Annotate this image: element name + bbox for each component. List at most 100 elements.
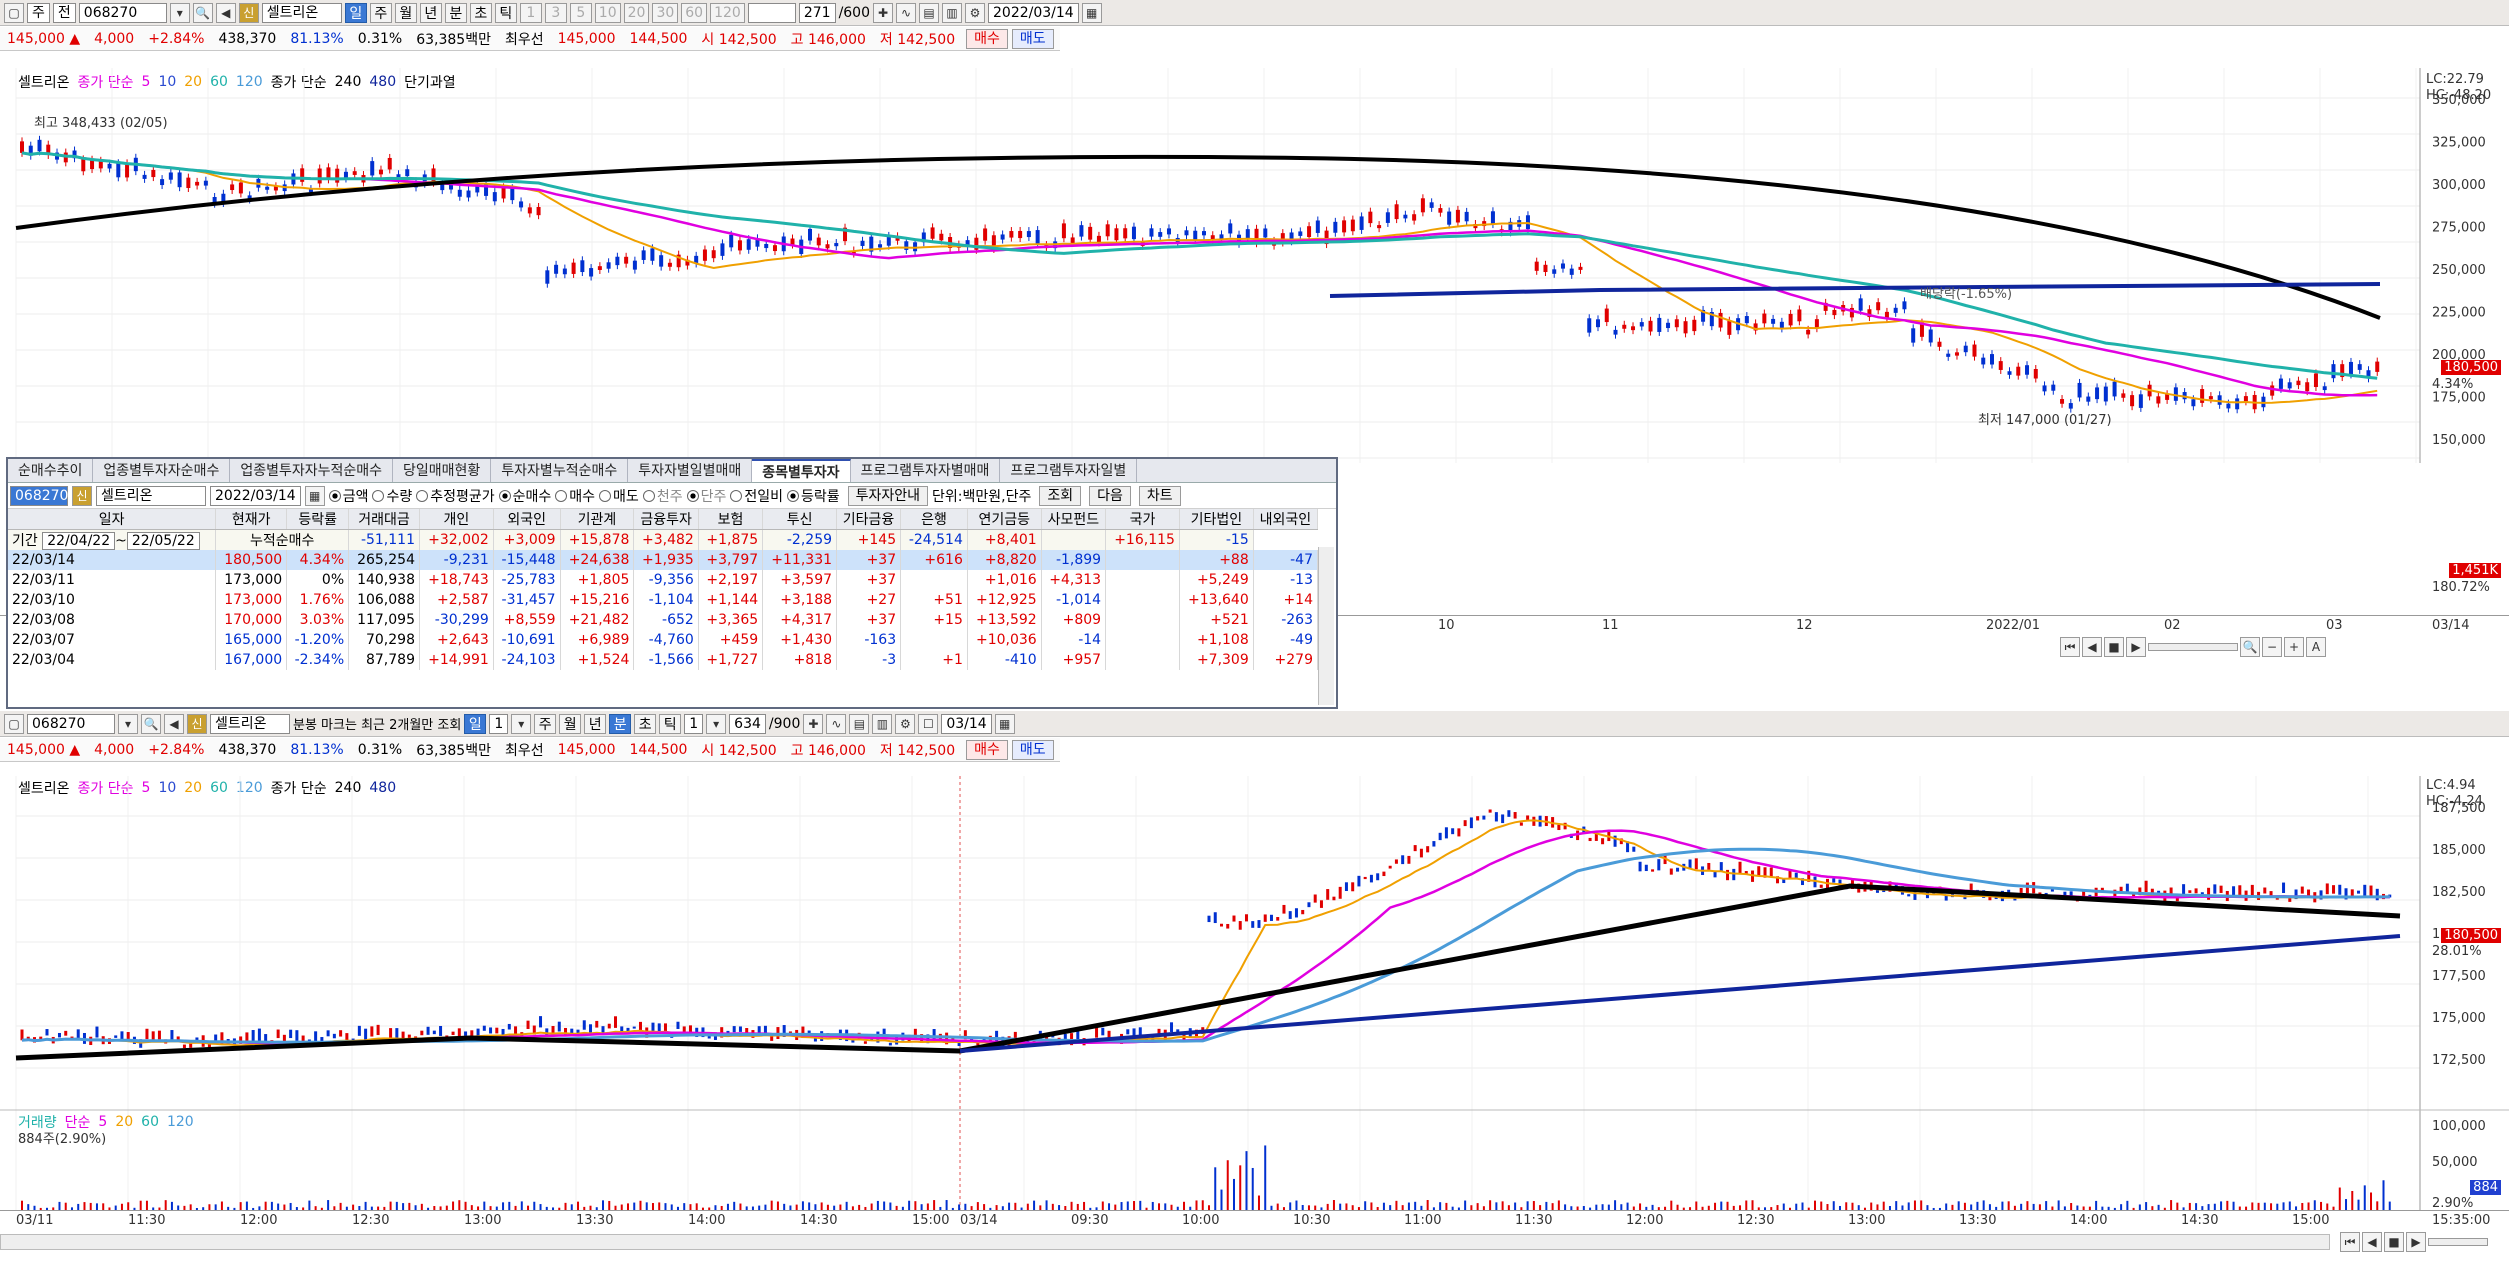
column-header[interactable]: 은행 [900, 509, 968, 530]
dropdown-icon[interactable]: ▾ [511, 713, 532, 734]
print-icon[interactable]: ▥ [942, 2, 963, 23]
prev-icon[interactable]: ◀ [2362, 1232, 2382, 1252]
num-button[interactable]: 30 [652, 2, 679, 23]
dropdown-icon[interactable]: ▾ [706, 713, 727, 734]
bottom-code-input[interactable]: 068270 [27, 713, 115, 734]
column-header[interactable]: 현재가 [215, 509, 288, 530]
window-icon[interactable]: ▢ [4, 713, 24, 734]
bottom-date-input[interactable]: 03/14 [941, 713, 992, 734]
table-row[interactable]: 22/03/07 165,000 -1.20% 70,298 +2,643 -10,691… [8, 630, 1319, 650]
period-day-button[interactable]: 일 [464, 713, 487, 734]
radio-buy[interactable]: 매수 [555, 486, 595, 506]
column-header[interactable]: 투신 [762, 509, 838, 530]
prev-icon[interactable]: ◀ [2082, 637, 2102, 657]
line-tool-icon[interactable]: ∿ [896, 2, 917, 23]
draw-tool-icon[interactable]: ✚ [803, 713, 824, 734]
stock-name[interactable]: 셀트리온 [261, 2, 342, 23]
period-week-button[interactable]: 주 [369, 2, 392, 23]
dropdown-icon[interactable]: ▾ [169, 2, 190, 23]
blank-select[interactable] [747, 2, 796, 23]
period-tick-button[interactable]: 틱 [494, 2, 517, 23]
tab-net-trend[interactable]: 순매수추이 [8, 459, 94, 482]
num-button[interactable]: 5 [569, 2, 592, 23]
column-header[interactable]: 기관계 [560, 509, 635, 530]
panel-code-input[interactable]: 068270 [10, 485, 68, 506]
count-input[interactable]: 271 [798, 2, 836, 23]
speaker-icon[interactable]: ◀ [215, 2, 236, 23]
dropdown-icon[interactable]: ▾ [118, 713, 138, 734]
table-row[interactable]: 22/03/14 180,500 4.34% 265,254 -9,231 -15,448… [8, 550, 1319, 570]
period-from[interactable]: 22/04/22 [42, 532, 116, 550]
mode2-select[interactable]: 전 [52, 2, 76, 23]
radio-rate[interactable]: 등락률 [786, 486, 840, 506]
speaker-icon[interactable]: ◀ [164, 713, 184, 734]
minute-select[interactable]: 1 [684, 713, 704, 734]
radio-net[interactable]: 순매수 [498, 486, 551, 506]
mode-select[interactable]: 주 [27, 2, 50, 23]
column-header[interactable]: 일자 [8, 509, 217, 530]
tab-program[interactable]: 프로그램투자자별매매 [851, 459, 1001, 482]
period-week-button[interactable]: 주 [534, 713, 557, 734]
radio-avg[interactable]: 추정평균가 [416, 486, 495, 506]
num-button[interactable]: 3 [544, 2, 567, 23]
column-header[interactable]: 개인 [419, 509, 494, 530]
query-button[interactable]: 조회 [1039, 485, 1082, 506]
period-day-button[interactable]: 일 [344, 2, 367, 23]
first-icon[interactable]: ⏮ [2060, 637, 2080, 657]
period-sec-button[interactable]: 초 [469, 2, 492, 23]
column-header[interactable]: 연기금등 [967, 509, 1042, 530]
tab-investor-daily[interactable]: 투자자별일별매매 [628, 459, 753, 482]
period-tick-button[interactable]: 틱 [659, 713, 682, 734]
radio-sell[interactable]: 매도 [599, 486, 639, 506]
tab-sector-net[interactable]: 업종별투자자순매수 [93, 459, 231, 482]
period-year-button[interactable]: 년 [584, 713, 607, 734]
stop-icon[interactable]: ■ [2384, 1232, 2404, 1252]
buy-button[interactable]: 매수 [966, 739, 1008, 760]
next-icon[interactable]: ▶ [2126, 637, 2146, 657]
num-button[interactable]: 10 [594, 2, 621, 23]
scroll-track[interactable] [2148, 643, 2238, 651]
calendar-icon[interactable]: ▦ [304, 485, 325, 506]
column-header[interactable]: 금융투자 [633, 509, 699, 530]
horizontal-scrollbar[interactable] [0, 1234, 2330, 1250]
code-input[interactable]: 068270 [78, 2, 167, 23]
column-header[interactable]: 사모펀드 [1041, 509, 1107, 530]
save-icon[interactable]: ▤ [849, 713, 870, 734]
table-row[interactable]: 22/03/11 173,000 0% 140,938 +18,743 -25,783 +1… [8, 570, 1319, 590]
column-header[interactable]: 거래대금 [348, 509, 420, 530]
plus-icon[interactable]: + [2284, 637, 2304, 657]
column-header[interactable]: 외국인 [493, 509, 561, 530]
bottom-stock-name[interactable]: 셀트리온 [210, 713, 290, 734]
num-button[interactable]: 60 [681, 2, 708, 23]
search-icon[interactable]: 🔍 [192, 2, 213, 23]
column-header[interactable]: 기타법인 [1179, 509, 1254, 530]
scroll-track[interactable] [2428, 1238, 2488, 1246]
period-min-button[interactable]: 분 [609, 713, 632, 734]
panel-stock-name[interactable]: 셀트리온 [96, 485, 206, 506]
zoom-in-icon[interactable]: 🔍 [2240, 637, 2260, 657]
tab-investor-cum[interactable]: 투자자별누적순매수 [491, 459, 629, 482]
info-button[interactable]: 투자자안내 [847, 485, 929, 506]
text-icon[interactable]: A [2306, 637, 2326, 657]
search-icon[interactable]: 🔍 [141, 713, 161, 734]
column-header[interactable]: 내외국인 [1253, 509, 1319, 530]
radio-qty[interactable]: 수량 [372, 486, 412, 506]
checkbox-icon[interactable]: ☐ [918, 713, 939, 734]
chart-button[interactable]: 차트 [1138, 485, 1181, 506]
save-icon[interactable]: ▤ [919, 2, 940, 23]
bottom-minute-chart[interactable]: 187,500185,000182,500180,000177,500175,0… [0, 776, 2509, 1226]
panel-scrollbar[interactable] [1318, 547, 1334, 705]
tab-sector-cum[interactable]: 업종별투자자누적순매수 [230, 459, 394, 482]
calendar-icon[interactable]: ▦ [1081, 2, 1102, 23]
next-icon[interactable]: ▶ [2406, 1232, 2426, 1252]
first-icon[interactable]: ⏮ [2340, 1232, 2360, 1252]
table-row[interactable]: 22/03/04 167,000 -2.34% 87,789 +14,991 -24,10… [8, 650, 1319, 670]
tab-program-daily[interactable]: 프로그램투자자일별 [1000, 459, 1138, 482]
period-year-button[interactable]: 년 [419, 2, 442, 23]
num-button[interactable]: 20 [623, 2, 650, 23]
period-sec-button[interactable]: 초 [634, 713, 657, 734]
draw-tool-icon[interactable]: ✚ [873, 2, 894, 23]
tab-stock-investor[interactable]: 종목별투자자 [752, 459, 851, 482]
period-month-button[interactable]: 월 [394, 2, 417, 23]
radio-prevday[interactable]: 전일비 [730, 486, 783, 506]
